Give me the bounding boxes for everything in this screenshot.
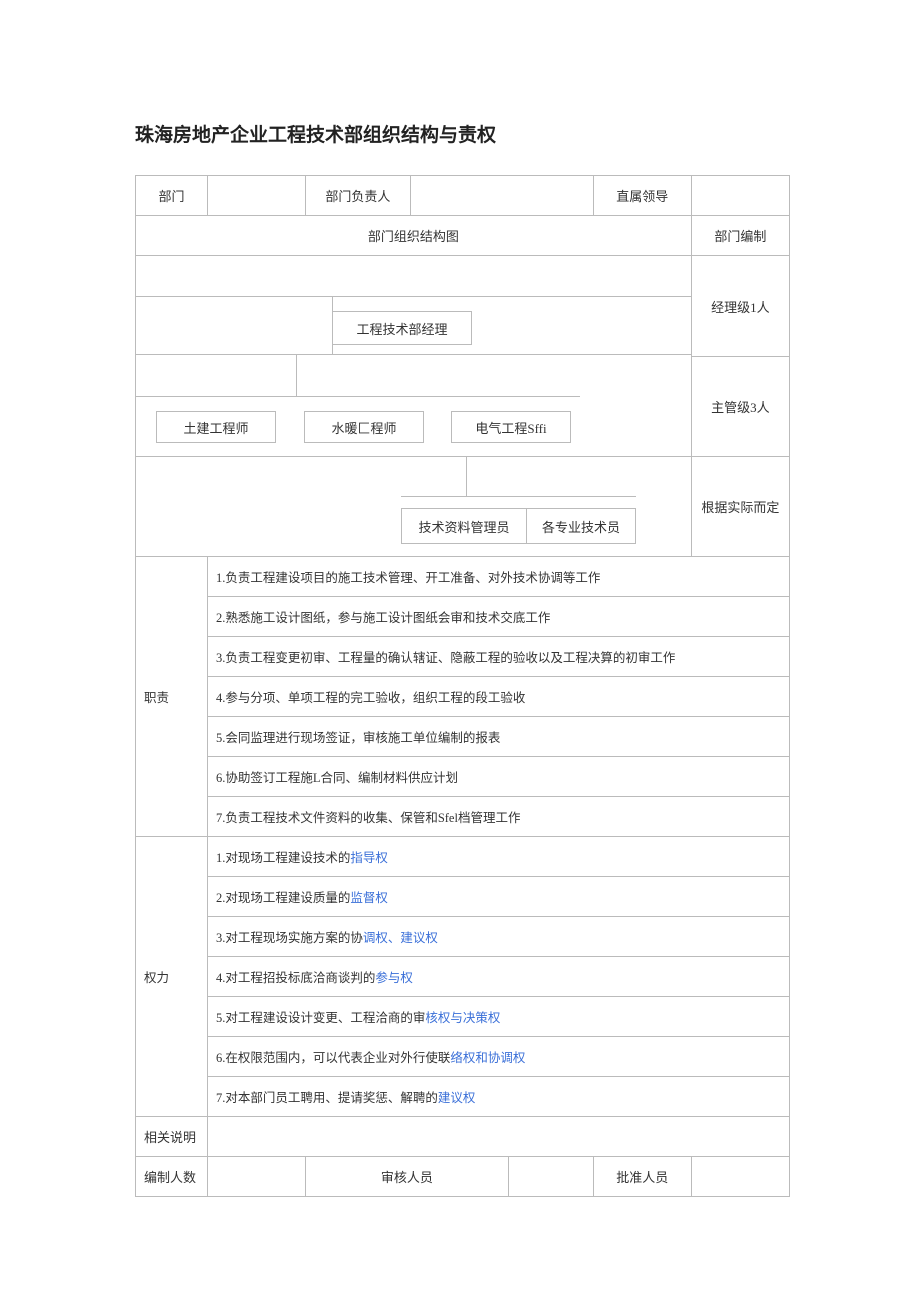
hdr-dept: 部门 xyxy=(136,176,208,216)
notes-val xyxy=(207,1117,789,1157)
notes-row: 相关说明 xyxy=(136,1117,790,1157)
org-right-title: 部门编制 xyxy=(691,216,789,256)
org-eng1-label: 土建工程师 xyxy=(183,418,248,437)
org-eng2-label: 水暖匚程师 xyxy=(331,418,396,437)
power-5-link: 核权与决策权 xyxy=(425,1011,500,1025)
power-4: 4.对工程招投标底洽商谈判的参与权 xyxy=(207,957,789,997)
org-sub2-label: 各专业技术员 xyxy=(542,517,620,536)
power-5-pre: 5.对工程建设设计变更、工程洽商的审 xyxy=(216,1011,425,1025)
header-row: 部门 部门负责人 直属领导 xyxy=(136,176,790,216)
power-1-link: 指导权 xyxy=(350,851,388,865)
org-eng3-box: 电气工程Sffi xyxy=(451,411,571,443)
power-5: 5.对工程建设设计变更、工程洽商的审核权与决策权 xyxy=(207,997,789,1037)
power-4-pre: 4.对工程招投标底洽商谈判的 xyxy=(216,971,375,985)
right-level-1: 经理级1人 xyxy=(692,256,789,356)
notes-label: 相关说明 xyxy=(136,1117,208,1157)
footer-c5-val xyxy=(691,1157,789,1197)
power-4-link: 参与权 xyxy=(375,971,413,985)
duty-row-5: 5.会同监理进行现场签证，审核施工单位编制的报表 xyxy=(136,717,790,757)
footer-c3: 审核人员 xyxy=(306,1157,509,1197)
document-title: 珠海房地产企业工程技术部组织结构与责权 xyxy=(135,120,790,147)
row-org-title: 部门组织结构图 部门编制 xyxy=(136,216,790,256)
org-eng2-box: 水暖匚程师 xyxy=(304,411,424,443)
duty-row-2: 2.熟悉施工设计图纸，参与施工设计图纸会审和技术交底工作 xyxy=(136,597,790,637)
footer-c5: 批准人员 xyxy=(593,1157,691,1197)
power-2: 2.对现场工程建设质量的监督权 xyxy=(207,877,789,917)
right-level-2: 主管级3人 xyxy=(692,356,789,456)
duty-row-1: 职责 1.负责工程建设项目的施工技术管理、开工准备、对外技术协调等工作 xyxy=(136,557,790,597)
hdr-head: 部门负责人 xyxy=(306,176,411,216)
org-manager-box: 工程技术部经理 xyxy=(332,311,472,345)
duty-row-6: 6.协助签订工程施L合同、编制材料供应计划 xyxy=(136,757,790,797)
org-chart-row: 工程技术部经理 土建工程师 水暖匚程师 电气工程Sffi xyxy=(136,256,790,557)
power-3: 3.对工程现场实施方案的协调权、建议权 xyxy=(207,917,789,957)
power-2-link: 监督权 xyxy=(350,891,388,905)
power-7-pre: 7.对本部门员工聘用、提请奖惩、解聘的 xyxy=(216,1091,438,1105)
duty-7: 7.负责工程技术文件资料的收集、保管和Sfel档管理工作 xyxy=(207,797,789,837)
org-chart-area: 工程技术部经理 土建工程师 水暖匚程师 电气工程Sffi xyxy=(136,256,692,557)
power-row-3: 3.对工程现场实施方案的协调权、建议权 xyxy=(136,917,790,957)
hdr-head-val xyxy=(410,176,593,216)
org-eng1-box: 土建工程师 xyxy=(156,411,276,443)
duty-6: 6.协助签订工程施L合同、编制材料供应计划 xyxy=(207,757,789,797)
footer-c3-val xyxy=(508,1157,593,1197)
duty-4: 4.参与分项、单项工程的完工验收，组织工程的段工验收 xyxy=(207,677,789,717)
org-eng3-label: 电气工程Sffi xyxy=(475,418,546,437)
org-sub1-label: 技术资料管理员 xyxy=(418,517,509,536)
footer-row: 编制人数 审核人员 批准人员 xyxy=(136,1157,790,1197)
power-row-2: 2.对现场工程建设质量的监督权 xyxy=(136,877,790,917)
power-7: 7.对本部门员工聘用、提请奖惩、解聘的建议权 xyxy=(207,1077,789,1117)
duty-row-3: 3.负责工程变更初审、工程量的确认辖证、隐蔽工程的验收以及工程决算的初审工作 xyxy=(136,637,790,677)
power-2-pre: 2.对现场工程建设质量的 xyxy=(216,891,350,905)
main-table: 部门 部门负责人 直属领导 部门组织结构图 部门编制 工程技术部经理 xyxy=(135,175,790,1197)
power-6-pre: 6.在权限范围内，可以代表企业对外行使联 xyxy=(216,1051,450,1065)
power-row-4: 4.对工程招投标底洽商谈判的参与权 xyxy=(136,957,790,997)
duty-5: 5.会同监理进行现场签证，审核施工单位编制的报表 xyxy=(207,717,789,757)
power-3-link: 调权、建议权 xyxy=(363,931,438,945)
power-1: 1.对现场工程建设技术的指导权 xyxy=(207,837,789,877)
duty-row-7: 7.负责工程技术文件资料的收集、保管和Sfel档管理工作 xyxy=(136,797,790,837)
hdr-leader: 直属领导 xyxy=(593,176,691,216)
footer-c1-val xyxy=(207,1157,305,1197)
power-3-pre: 3.对工程现场实施方案的协 xyxy=(216,931,363,945)
power-6: 6.在权限范围内，可以代表企业对外行使联络权和协调权 xyxy=(207,1037,789,1077)
hdr-leader-val xyxy=(691,176,789,216)
power-label: 权力 xyxy=(136,837,208,1117)
org-sub2-box: 各专业技术员 xyxy=(526,508,636,544)
duty-2: 2.熟悉施工设计图纸，参与施工设计图纸会审和技术交底工作 xyxy=(207,597,789,637)
duty-3: 3.负责工程变更初审、工程量的确认辖证、隐蔽工程的验收以及工程决算的初审工作 xyxy=(207,637,789,677)
footer-c1: 编制人数 xyxy=(136,1157,208,1197)
power-6-link: 络权和协调权 xyxy=(450,1051,525,1065)
duty-label: 职责 xyxy=(136,557,208,837)
duty-1: 1.负责工程建设项目的施工技术管理、开工准备、对外技术协调等工作 xyxy=(207,557,789,597)
org-sub1-box: 技术资料管理员 xyxy=(401,508,526,544)
power-row-6: 6.在权限范围内，可以代表企业对外行使联络权和协调权 xyxy=(136,1037,790,1077)
power-row-1: 权力 1.对现场工程建设技术的指导权 xyxy=(136,837,790,877)
org-title: 部门组织结构图 xyxy=(136,216,692,256)
power-row-5: 5.对工程建设设计变更、工程洽商的审核权与决策权 xyxy=(136,997,790,1037)
power-row-7: 7.对本部门员工聘用、提请奖惩、解聘的建议权 xyxy=(136,1077,790,1117)
org-right-column: 经理级1人 主管级3人 根据实际而定 xyxy=(691,256,789,557)
power-7-link: 建议权 xyxy=(438,1091,476,1105)
right-level-3: 根据实际而定 xyxy=(692,456,789,556)
duty-row-4: 4.参与分项、单项工程的完工验收，组织工程的段工验收 xyxy=(136,677,790,717)
org-manager-label: 工程技术部经理 xyxy=(356,319,447,338)
hdr-dept-val xyxy=(207,176,305,216)
power-1-pre: 1.对现场工程建设技术的 xyxy=(216,851,350,865)
